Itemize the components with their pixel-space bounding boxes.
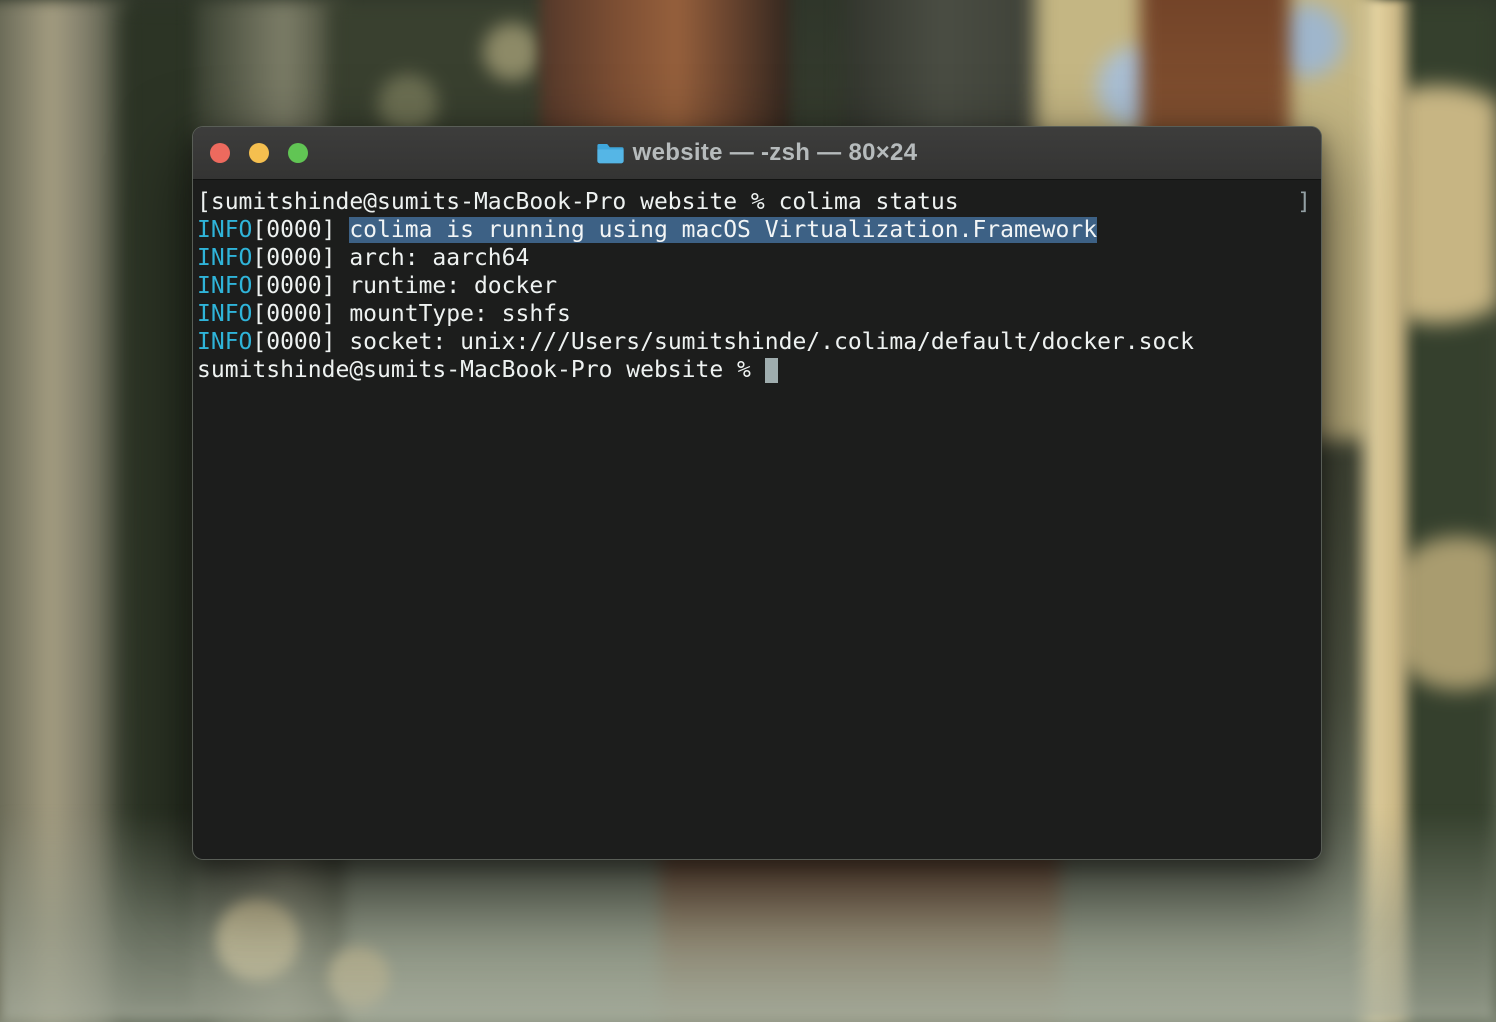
terminal-text-segment: [0000] (252, 273, 349, 299)
traffic-lights (193, 143, 308, 163)
terminal-text-segment: [0000] (252, 245, 349, 271)
terminal-line: sumitshinde@sumits-MacBook-Pro website % (197, 356, 1317, 384)
terminal-text-segment: arch: aarch64 (349, 245, 529, 271)
terminal-text-segment: INFO (197, 245, 252, 271)
terminal-line: INFO[0000] runtime: docker (197, 272, 1317, 300)
terminal-right-bracket: ] (1297, 188, 1311, 216)
terminal-line: INFO[0000] arch: aarch64 (197, 244, 1317, 272)
terminal-text-segment: [0000] (252, 329, 349, 355)
terminal-text-segment: mountType: sshfs (349, 301, 571, 327)
terminal-line: INFO[0000] mountType: sshfs (197, 300, 1317, 328)
terminal-text-segment: INFO (197, 217, 252, 243)
terminal-text-segment: sumitshinde@sumits-MacBook-Pro website % (197, 357, 765, 383)
terminal-output[interactable]: [sumitshinde@sumits-MacBook-Pro website … (193, 180, 1321, 384)
terminal-text-segment: [0000] (252, 301, 349, 327)
terminal-text-segment: colima is running using macOS Virtualiza… (349, 217, 1097, 243)
terminal-line: INFO[0000] colima is running using macOS… (197, 216, 1317, 244)
terminal-text-segment: [0000] (252, 217, 349, 243)
zoom-button[interactable] (288, 143, 308, 163)
window-titlebar[interactable]: website — -zsh — 80×24 (193, 127, 1321, 180)
terminal-text-segment: socket: unix:///Users/sumitshinde/.colim… (349, 329, 1194, 355)
terminal-cursor (765, 358, 778, 383)
window-title: website — -zsh — 80×24 (597, 139, 918, 167)
terminal-text-segment: INFO (197, 329, 252, 355)
terminal-text-segment: [sumitshinde@sumits-MacBook-Pro website … (197, 189, 959, 215)
folder-icon (597, 142, 624, 164)
window-title-text: website — -zsh — 80×24 (633, 139, 918, 167)
close-button[interactable] (210, 143, 230, 163)
terminal-text-segment: INFO (197, 273, 252, 299)
terminal-text-segment: INFO (197, 301, 252, 327)
terminal-window: website — -zsh — 80×24 [sumitshinde@sumi… (192, 126, 1322, 860)
terminal-line: INFO[0000] socket: unix:///Users/sumitsh… (197, 328, 1317, 356)
terminal-line: [sumitshinde@sumits-MacBook-Pro website … (197, 188, 1317, 216)
terminal-text-segment: runtime: docker (349, 273, 557, 299)
minimize-button[interactable] (249, 143, 269, 163)
